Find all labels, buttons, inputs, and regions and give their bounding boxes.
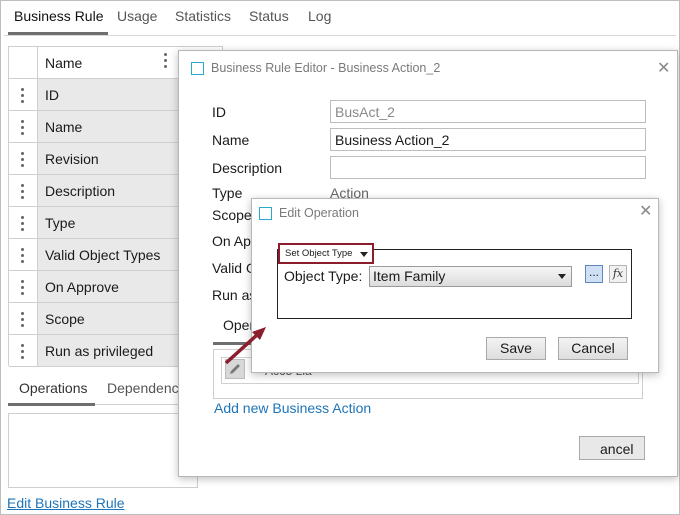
grid-row-label: Scope (45, 311, 85, 327)
edit-business-rule-link[interactable]: Edit Business Rule (7, 495, 125, 511)
grid-row-label: Type (45, 215, 76, 231)
grid-row-label: Description (45, 183, 116, 199)
drag-handle-icon[interactable] (9, 175, 38, 206)
window-icon (259, 206, 272, 220)
grid-header-handle (9, 47, 38, 79)
type-label: Type (212, 185, 243, 201)
grid-row-label: Name (45, 119, 83, 135)
browse-button[interactable]: ... (585, 265, 603, 283)
grid-row-label: On Approve (45, 279, 119, 295)
edit-operation-title: Edit Operation (259, 206, 359, 220)
window-icon (191, 61, 204, 75)
kebab-icon[interactable] (164, 53, 168, 68)
name-field[interactable]: Business Action_2 (330, 128, 646, 151)
grid-row-label: Run as privileged (45, 343, 154, 359)
drag-handle-icon[interactable] (9, 271, 38, 302)
grid-row-label: ID (45, 87, 59, 103)
top-tabbar: Business Rule Usage Statistics Status Lo… (4, 0, 676, 36)
operation-type-select[interactable]: Set Object Type (278, 243, 374, 264)
grid-header-name: Name (45, 55, 83, 71)
object-type-select[interactable]: Item Family (369, 266, 572, 287)
drag-handle-icon[interactable] (9, 239, 38, 270)
drag-handle-icon[interactable] (9, 79, 38, 110)
chevron-down-icon (558, 274, 566, 279)
edit-operation-title-text: Edit Operation (279, 206, 359, 220)
drag-handle-icon[interactable] (9, 335, 38, 366)
cancel-button[interactable]: Cancel (558, 337, 628, 360)
drag-handle-icon[interactable] (9, 111, 38, 142)
drag-handle-icon[interactable] (9, 207, 38, 238)
annotation-arrow-icon (224, 327, 266, 365)
function-icon[interactable]: fx (609, 265, 627, 283)
scope-label: Scope (212, 207, 252, 223)
close-icon[interactable]: ✕ (657, 61, 670, 77)
active-subtab-indicator (8, 403, 95, 406)
tab-business-rule[interactable]: Business Rule (14, 8, 104, 24)
drag-handle-icon[interactable] (9, 303, 38, 334)
description-label: Description (212, 160, 283, 176)
editor-cancel-button[interactable]: ancel (579, 436, 645, 460)
grid-row-label: Valid Object Types (45, 247, 161, 263)
id-label: ID (212, 104, 226, 120)
id-field[interactable]: BusAct_2 (330, 100, 646, 123)
active-tab-indicator (8, 32, 108, 35)
run-as-label: Run as (212, 287, 257, 303)
tab-log[interactable]: Log (308, 8, 331, 24)
tab-statistics[interactable]: Statistics (175, 8, 231, 24)
chevron-down-icon (360, 252, 368, 257)
drag-handle-icon[interactable] (9, 143, 38, 174)
object-type-label: Object Type: (284, 268, 363, 284)
edit-operation-dialog: Edit Operation ✕ Set Object Type Object … (251, 198, 659, 373)
name-label: Name (212, 132, 250, 148)
tab-status[interactable]: Status (249, 8, 289, 24)
save-button[interactable]: Save (486, 337, 546, 360)
add-business-action-link[interactable]: Add new Business Action (214, 400, 371, 416)
tab-usage[interactable]: Usage (117, 8, 157, 24)
object-type-value: Item Family (373, 268, 446, 284)
dialog-title-text: Business Rule Editor - Business Action_2 (211, 61, 441, 75)
grid-row-label: Revision (45, 151, 99, 167)
dialog-title: Business Rule Editor - Business Action_2 (191, 61, 440, 75)
close-icon[interactable]: ✕ (639, 204, 652, 220)
operations-panel (8, 413, 198, 488)
description-field[interactable] (330, 156, 646, 179)
operation-type-value: Set Object Type (285, 248, 353, 259)
tab-operations[interactable]: Operations (19, 380, 87, 396)
